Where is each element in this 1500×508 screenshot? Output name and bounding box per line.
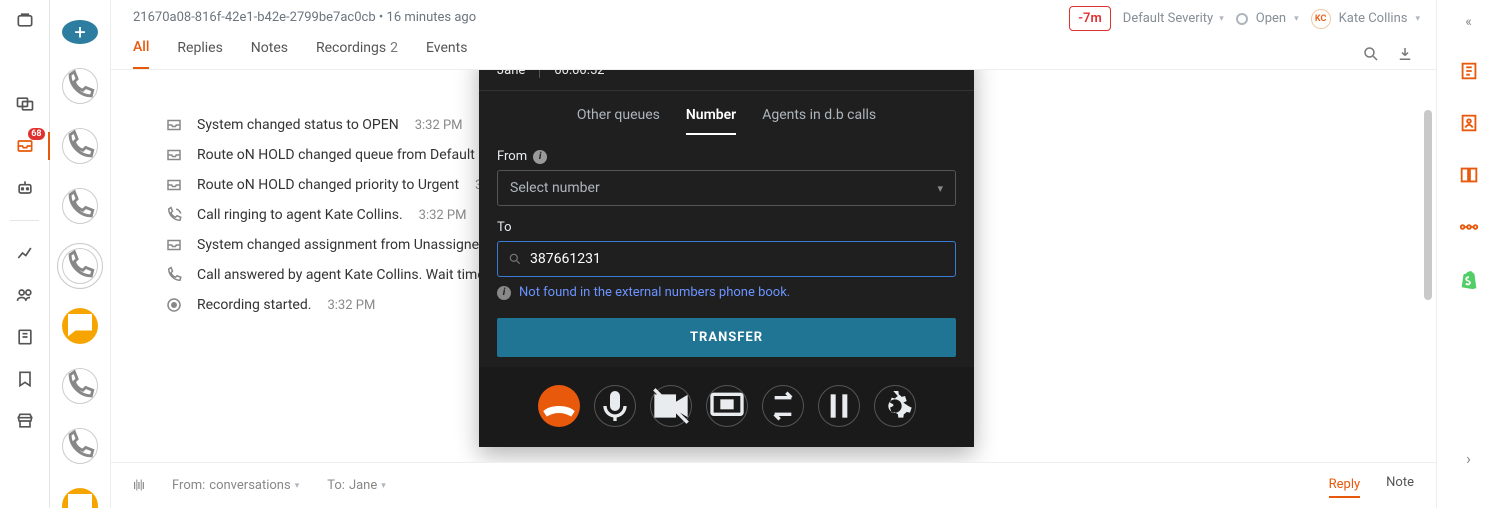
call-actions: [479, 367, 974, 447]
call-item-active[interactable]: [62, 248, 98, 284]
call-item-5[interactable]: [62, 428, 98, 464]
info-icon[interactable]: i: [533, 150, 547, 164]
avatar: KC: [1311, 9, 1331, 29]
assignee-selector[interactable]: KCKate Collins▾: [1311, 9, 1420, 29]
call-item-2[interactable]: [62, 128, 98, 164]
nav-inbox-icon[interactable]: 68: [15, 136, 35, 156]
info-icon: i: [497, 286, 511, 300]
waveform-icon: ı|ı|ı: [133, 478, 144, 493]
call-overlay: Jane 00:00:52 Other queues Number Agents…: [479, 70, 974, 447]
kb-panel-icon[interactable]: [1458, 164, 1480, 186]
screen-share-button[interactable]: [706, 385, 748, 427]
phone-icon: [165, 266, 183, 284]
to-selector[interactable]: To:Jane▾: [327, 478, 386, 493]
queue-icon: [165, 236, 183, 254]
note-tab[interactable]: Note: [1386, 475, 1414, 496]
from-label: From: [497, 149, 527, 164]
scrollbar[interactable]: [1422, 70, 1432, 462]
caller-name: Jane: [497, 70, 525, 78]
timeline-panel-icon[interactable]: [1458, 216, 1480, 238]
status-open-icon: [1236, 13, 1248, 25]
sla-badge: -7m: [1069, 6, 1111, 31]
record-icon: [165, 296, 183, 314]
chevron-down-icon: ▾: [1415, 14, 1420, 24]
video-off-button[interactable]: [650, 385, 692, 427]
scrollbar-thumb[interactable]: [1424, 110, 1432, 300]
chevron-down-icon: ▾: [1219, 14, 1224, 24]
to-label: To: [497, 220, 512, 235]
call-item-1[interactable]: [62, 68, 98, 104]
tab-notes[interactable]: Notes: [251, 40, 288, 68]
conversation-age: 16 minutes ago: [387, 10, 477, 25]
nav-messages-icon[interactable]: [15, 94, 35, 114]
shopify-panel-icon[interactable]: [1458, 268, 1480, 290]
queue-icon: [165, 116, 183, 134]
to-number-input[interactable]: [530, 242, 945, 276]
queue-icon: [165, 146, 183, 164]
transfer-tabs: Other queues Number Agents in d.b calls: [479, 91, 974, 135]
call-list-column: +: [50, 0, 110, 508]
search-icon: [508, 252, 522, 266]
nav-bookmark-icon[interactable]: [15, 369, 35, 389]
call-item-4[interactable]: [62, 368, 98, 404]
severity-selector[interactable]: Default Severity▾: [1123, 11, 1224, 26]
tab-agents[interactable]: Agents in d.b calls: [762, 107, 876, 135]
from-selector[interactable]: From:conversations▾: [172, 478, 299, 493]
queue-icon: [165, 176, 183, 194]
contact-panel-icon[interactable]: [1458, 112, 1480, 134]
nav-dashboard-icon[interactable]: [15, 10, 35, 30]
ringing-icon: [165, 206, 183, 224]
call-item-chat-2[interactable]: [62, 488, 98, 508]
conversation-id: 21670a08-816f-42e1-b42e-2799be7ac0cb: [133, 10, 376, 25]
tab-replies[interactable]: Replies: [177, 40, 222, 68]
expand-rail-icon[interactable]: ›: [1466, 449, 1471, 468]
from-number-select[interactable]: Select number ▾: [497, 170, 956, 206]
tab-events[interactable]: Events: [426, 40, 467, 68]
composer-footer: ı|ı|ı From:conversations▾ To:Jane▾ Reply…: [111, 462, 1436, 508]
chevron-down-icon: ▾: [1294, 14, 1299, 24]
tab-recordings[interactable]: Recordings2: [316, 40, 398, 68]
chevron-down-icon: ▾: [295, 481, 300, 491]
hangup-button[interactable]: [538, 385, 580, 427]
nav-store-icon[interactable]: [15, 411, 35, 431]
primary-nav: 68: [0, 0, 50, 508]
right-rail: « ›: [1436, 0, 1500, 508]
reply-tab[interactable]: Reply: [1329, 477, 1361, 498]
new-button[interactable]: +: [62, 20, 98, 44]
conversation-tabs: All Replies Notes Recordings2 Events: [111, 31, 1436, 70]
tab-all[interactable]: All: [133, 39, 149, 69]
transfer-icon-button[interactable]: [762, 385, 804, 427]
main-panel: -7m Default Severity▾ Open▾ KCKate Colli…: [110, 0, 1436, 508]
status-selector[interactable]: Open▾: [1236, 11, 1299, 26]
nav-analytics-icon[interactable]: [15, 243, 35, 263]
settings-button[interactable]: [874, 385, 916, 427]
phonebook-warning: Not found in the external numbers phone …: [519, 285, 790, 300]
nav-separator: [10, 220, 39, 221]
call-timer: 00:00:52: [554, 70, 604, 78]
chevron-down-icon: ▾: [381, 481, 386, 491]
hold-button[interactable]: [818, 385, 860, 427]
nav-people-icon[interactable]: [15, 285, 35, 305]
inbox-badge: 68: [28, 128, 44, 140]
nav-bot-icon[interactable]: [15, 178, 35, 198]
tab-number[interactable]: Number: [686, 107, 736, 135]
mute-button[interactable]: [594, 385, 636, 427]
nav-kb-icon[interactable]: [15, 327, 35, 347]
transfer-button[interactable]: TRANSFER: [497, 318, 956, 357]
call-item-3[interactable]: [62, 188, 98, 224]
collapse-rail-icon[interactable]: «: [1465, 14, 1472, 30]
search-icon[interactable]: [1362, 45, 1380, 63]
call-item-chat-1[interactable]: [62, 308, 98, 344]
notes-panel-icon[interactable]: [1458, 60, 1480, 82]
header-controls: -7m Default Severity▾ Open▾ KCKate Colli…: [1069, 6, 1420, 31]
download-icon[interactable]: [1396, 45, 1414, 63]
tab-other-queues[interactable]: Other queues: [577, 107, 660, 135]
chevron-down-icon: ▾: [937, 182, 943, 195]
